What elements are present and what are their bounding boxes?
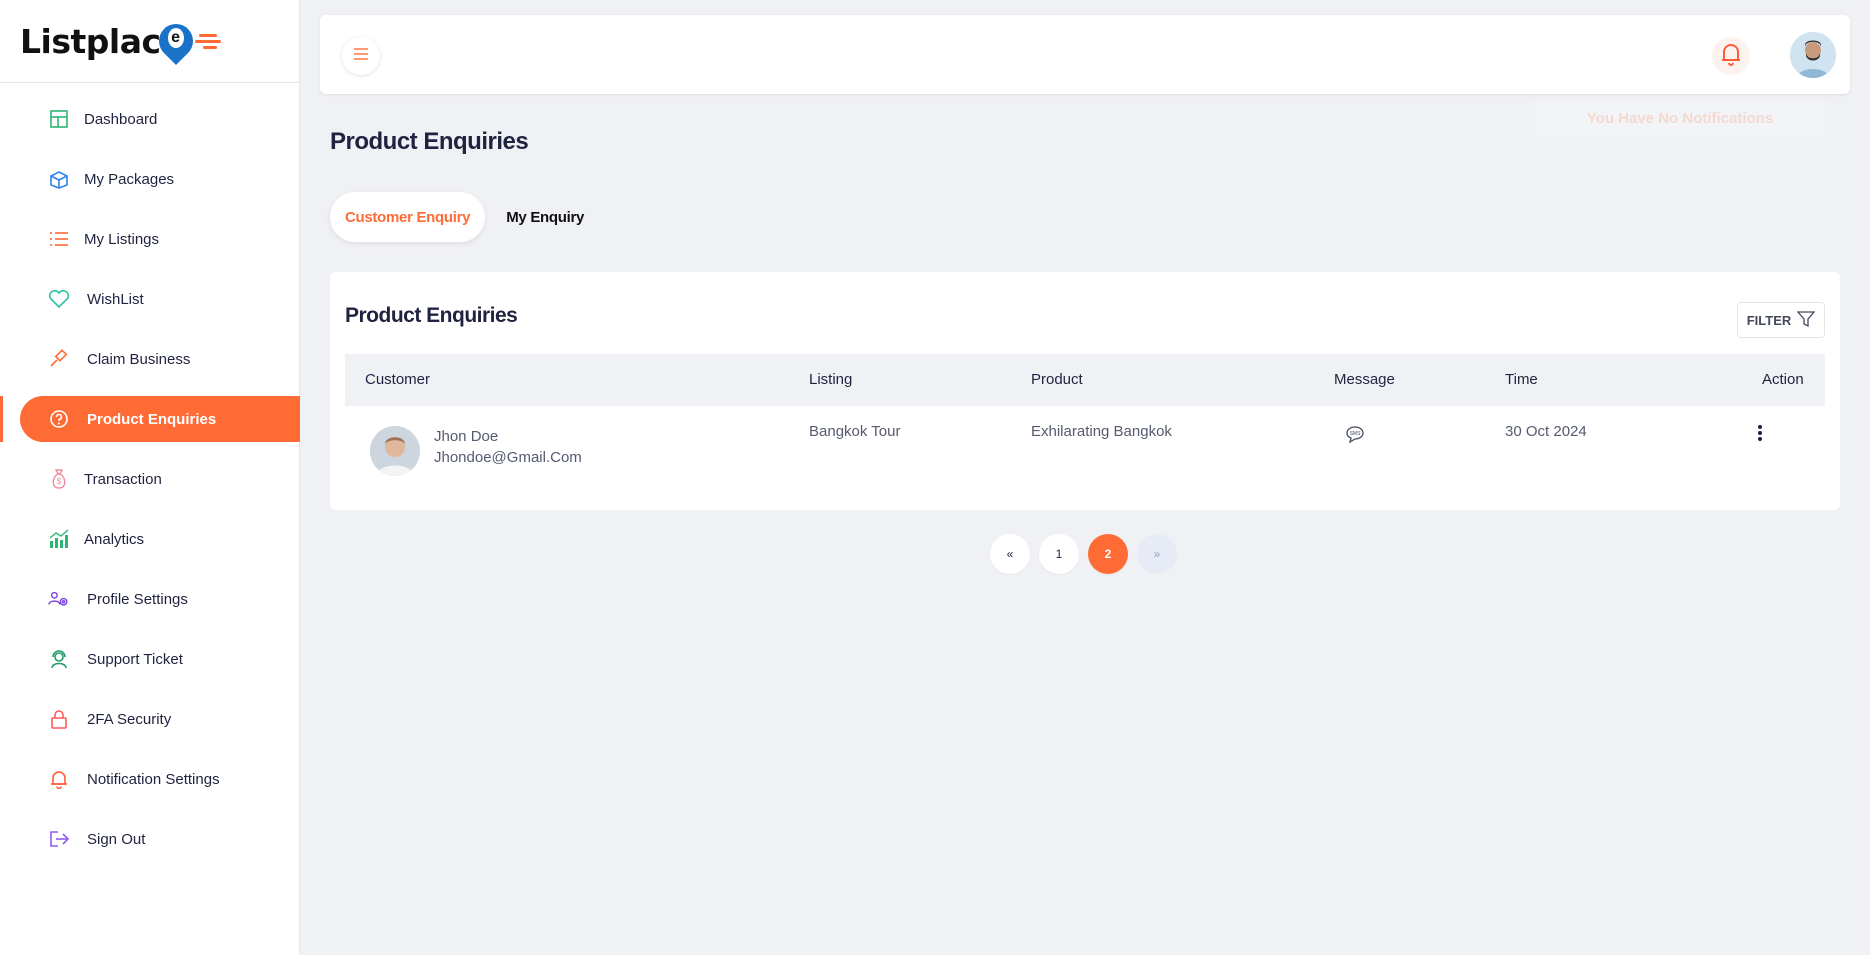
column-header-action: Action: [1762, 371, 1804, 388]
bell-icon: [1719, 41, 1743, 72]
sms-message-icon[interactable]: SMS: [1345, 425, 1365, 447]
sidebar-item-claim-business[interactable]: Claim Business: [20, 336, 300, 382]
menu-toggle-button[interactable]: [342, 37, 380, 75]
package-icon: [48, 168, 70, 190]
chart-icon: [48, 528, 70, 550]
sidebar-item-transaction[interactable]: $ Transaction: [20, 456, 300, 502]
column-header-product: Product: [1031, 371, 1083, 388]
sidebar-item-label: Analytics: [84, 530, 145, 548]
top-bar: [320, 15, 1850, 94]
sidebar-item-label: WishList: [87, 290, 144, 308]
customer-avatar: [370, 426, 420, 476]
sidebar-item-label: Sign Out: [87, 830, 146, 848]
sidebar-item-sign-out[interactable]: Sign Out: [20, 816, 300, 862]
logo-pin-icon: e: [151, 16, 200, 66]
dashboard-icon: [48, 108, 70, 130]
tab-my-enquiry[interactable]: My Enquiry: [491, 192, 599, 242]
pagination-next[interactable]: »: [1137, 534, 1177, 574]
enquiries-card: Product Enquiries FILTER Customer Listin…: [330, 272, 1840, 510]
money-bag-icon: $: [48, 468, 70, 490]
pagination-page-1[interactable]: 1: [1039, 534, 1079, 574]
product-cell[interactable]: Exhilarating Bangkok: [1031, 423, 1172, 440]
sidebar-item-label: Product Enquiries: [87, 410, 217, 428]
sidebar-nav: Dashboard My Packages My Listings WishLi…: [0, 83, 300, 862]
sidebar-item-dashboard[interactable]: Dashboard: [20, 96, 300, 142]
sidebar-item-label: My Listings: [84, 230, 160, 248]
customer-name: Jhon Doe: [434, 428, 499, 445]
logo-text: Listplac: [20, 21, 161, 61]
svg-text:SMS: SMS: [1350, 431, 1362, 437]
question-icon: [48, 408, 70, 430]
heart-icon: [48, 288, 70, 310]
tab-customer-enquiry[interactable]: Customer Enquiry: [330, 192, 486, 242]
time-cell: 30 Oct 2024: [1505, 423, 1587, 440]
profile-gear-icon: [48, 588, 70, 610]
sidebar-item-my-listings[interactable]: My Listings: [20, 216, 300, 262]
notifications-dropdown: You Have No Notifications: [1535, 100, 1825, 136]
pagination-page-2[interactable]: 2: [1088, 534, 1128, 574]
sidebar-item-analytics[interactable]: Analytics: [20, 516, 300, 562]
column-header-listing: Listing: [809, 371, 853, 388]
sidebar-item-label: Claim Business: [87, 350, 191, 368]
sidebar-item-support-ticket[interactable]: Support Ticket: [20, 636, 300, 682]
sidebar: Listplac e Dashboard My Packages My List…: [0, 0, 300, 955]
sidebar-item-label: Transaction: [84, 470, 162, 488]
list-icon: [48, 228, 70, 250]
sidebar-item-label: Support Ticket: [87, 650, 183, 668]
column-header-customer: Customer: [365, 371, 431, 388]
sidebar-item-label: Profile Settings: [87, 590, 188, 608]
column-header-message: Message: [1334, 371, 1395, 388]
filter-label: FILTER: [1746, 312, 1792, 328]
sidebar-item-product-enquiries[interactable]: Product Enquiries: [0, 396, 300, 442]
table-row: Jhon Doe Jhondoe@Gmail.Com Bangkok Tour …: [345, 406, 1825, 488]
sidebar-item-label: 2FA Security: [87, 710, 172, 728]
card-title: Product Enquiries: [345, 304, 518, 327]
sidebar-item-label: Dashboard: [84, 110, 158, 128]
support-icon: [48, 648, 70, 670]
sign-out-icon: [48, 828, 70, 850]
page-title: Product Enquiries: [330, 128, 529, 155]
bell-icon: [48, 768, 70, 790]
user-avatar[interactable]: [1790, 32, 1836, 78]
sidebar-item-my-packages[interactable]: My Packages: [20, 156, 300, 202]
pagination: « 1 2 »: [990, 534, 1186, 574]
lock-icon: [48, 708, 70, 730]
sidebar-item-label: My Packages: [84, 170, 175, 188]
column-header-time: Time: [1505, 371, 1538, 388]
sidebar-item-label: Notification Settings: [87, 770, 220, 788]
logo-speed-lines-icon: [194, 31, 221, 52]
sidebar-item-notification-settings[interactable]: Notification Settings: [20, 756, 300, 802]
svg-text:$: $: [57, 477, 62, 486]
customer-email: Jhondoe@Gmail.Com: [434, 449, 582, 466]
enquiry-tabs: Customer Enquiry My Enquiry: [330, 192, 599, 242]
table-header: Customer Listing Product Message Time Ac…: [345, 354, 1825, 406]
sidebar-item-2fa-security[interactable]: 2FA Security: [20, 696, 300, 742]
notifications-button[interactable]: [1712, 37, 1750, 75]
logo[interactable]: Listplac e: [0, 0, 299, 83]
filter-button[interactable]: FILTER: [1737, 302, 1825, 338]
hamburger-icon: [353, 47, 369, 65]
sidebar-item-profile-settings[interactable]: Profile Settings: [20, 576, 300, 622]
pagination-prev[interactable]: «: [990, 534, 1030, 574]
sidebar-item-wishlist[interactable]: WishList: [20, 276, 300, 322]
filter-icon: [1791, 310, 1816, 331]
more-actions-icon[interactable]: [1757, 424, 1763, 446]
gavel-icon: [48, 348, 70, 370]
listing-cell[interactable]: Bangkok Tour: [809, 423, 900, 440]
